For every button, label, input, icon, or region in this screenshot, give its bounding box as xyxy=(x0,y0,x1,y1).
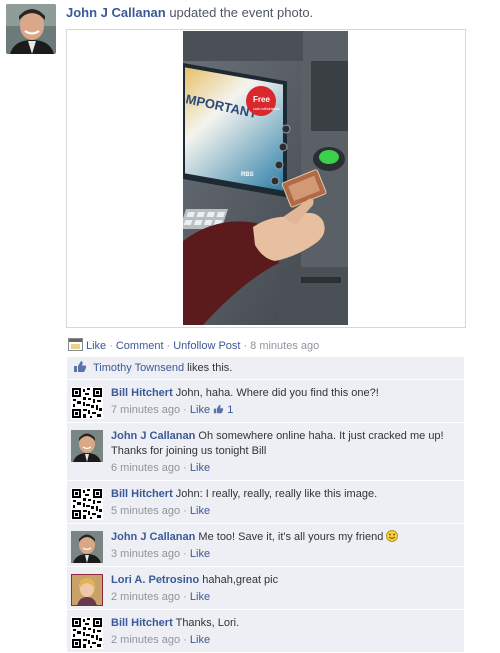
feedback-area: Timothy Townsend likes this. Bill Hitche… xyxy=(67,357,464,653)
commenter-name-link[interactable]: Bill Hitchert xyxy=(111,387,173,399)
commenter-avatar[interactable] xyxy=(71,430,103,462)
story-action-text: updated the event photo. xyxy=(169,5,314,20)
comment-text: John, haha. Where did you find this one?… xyxy=(175,387,379,399)
like-link[interactable]: Like xyxy=(86,340,106,352)
event-photo[interactable]: MPORTANT Free cash withdrawals RBS xyxy=(183,31,348,325)
comment-item: Bill Hitchert John, haha. Where did you … xyxy=(67,380,464,422)
comment-meta: 2 minutes ago · Like xyxy=(111,633,458,648)
commenter-name-link[interactable]: Bill Hitchert xyxy=(111,617,173,629)
comment-list: Bill Hitchert John, haha. Where did you … xyxy=(67,380,464,652)
news-feed-story: John J Callanan updated the event photo. xyxy=(0,0,500,652)
story-action-bar: Like · Comment · Unfollow Post · 8 minut… xyxy=(68,338,319,354)
smiley-emoticon-icon xyxy=(386,530,399,542)
separator-dot: · xyxy=(183,505,187,517)
event-icon xyxy=(68,338,83,354)
comment-link[interactable]: Comment xyxy=(116,340,164,352)
comment-meta: 7 minutes ago · Like 1 xyxy=(111,403,458,418)
commenter-name-link[interactable]: Bill Hitchert xyxy=(111,488,173,500)
comment-meta: 5 minutes ago · Like xyxy=(111,504,458,519)
event-photo-frame[interactable]: MPORTANT Free cash withdrawals RBS xyxy=(66,29,466,328)
comment-timestamp[interactable]: 7 minutes ago xyxy=(111,404,180,416)
qr-code-avatar xyxy=(71,488,103,520)
sticker-sub-text: cash withdrawals xyxy=(253,107,280,111)
separator-dot: · xyxy=(183,548,187,560)
sticker-free-text: Free xyxy=(253,95,270,104)
liker-name-link[interactable]: Timothy Townsend xyxy=(93,362,184,374)
profile-avatar[interactable] xyxy=(6,4,56,54)
comment-timestamp[interactable]: 2 minutes ago xyxy=(111,591,180,603)
comment-item: John J Callanan Oh somewhere online haha… xyxy=(67,423,464,480)
woman-avatar xyxy=(71,574,103,606)
comment-body: Bill Hitchert Thanks, Lori. 2 minutes ago… xyxy=(111,610,464,652)
commenter-avatar[interactable] xyxy=(71,574,103,606)
thumbs-up-icon xyxy=(73,360,87,376)
commenter-name-link[interactable]: John J Callanan xyxy=(111,531,195,543)
separator-dot: · xyxy=(183,404,187,416)
separator-dot: · xyxy=(109,340,113,352)
separator-dot: · xyxy=(166,340,171,352)
comment-like-link[interactable]: Like xyxy=(190,591,210,603)
likes-text: likes this. xyxy=(187,362,233,374)
comment-timestamp[interactable]: 3 minutes ago xyxy=(111,548,180,560)
comment-body: John J Callanan Oh somewhere online haha… xyxy=(111,423,464,480)
man-avatar xyxy=(71,531,103,563)
comment-item: Bill Hitchert Thanks, Lori. 2 minutes ago… xyxy=(67,610,464,652)
comment-item: Bill Hitchert John: I really, really, re… xyxy=(67,481,464,523)
commenter-avatar[interactable] xyxy=(71,387,103,419)
comment-like-link[interactable]: Like xyxy=(190,505,210,517)
qr-code-avatar xyxy=(71,387,103,419)
comment-like-link[interactable]: Like xyxy=(190,404,210,416)
comment-body: Bill Hitchert John, haha. Where did you … xyxy=(111,380,464,422)
comment-like-link[interactable]: Like xyxy=(190,634,210,646)
separator-dot: · xyxy=(243,340,248,352)
man-avatar xyxy=(71,430,103,462)
unfollow-post-link[interactable]: Unfollow Post xyxy=(173,340,240,352)
bank-logo-text: RBS xyxy=(241,172,254,178)
likes-sentence: Timothy Townsend likes this. xyxy=(67,357,464,379)
comment-like-link[interactable]: Like xyxy=(190,548,210,560)
comment-body: John J Callanan Me too! Save it, it's al… xyxy=(111,524,464,566)
comment-body: Lori A. Petrosino hahah,great pic 2 minut… xyxy=(111,567,464,609)
commenter-name-link[interactable]: John J Callanan xyxy=(111,430,195,442)
comment-timestamp[interactable]: 5 minutes ago xyxy=(111,505,180,517)
comment-text: hahah,great pic xyxy=(202,574,279,586)
comment-item: John J Callanan Me too! Save it, it's al… xyxy=(67,524,464,566)
separator-dot: · xyxy=(183,634,187,646)
commenter-avatar[interactable] xyxy=(71,488,103,520)
comment-text: Thanks, Lori. xyxy=(175,617,240,629)
comment-timestamp[interactable]: 6 minutes ago xyxy=(111,462,180,474)
comment-like-count-icon[interactable] xyxy=(213,404,224,416)
actor-name-link[interactable]: John J Callanan xyxy=(66,5,166,20)
qr-code-avatar xyxy=(71,617,103,649)
comment-meta: 3 minutes ago · Like xyxy=(111,547,458,562)
comment-text: Me too! Save it, it's all yours my frien… xyxy=(198,531,384,543)
story-header: John J Callanan updated the event photo. xyxy=(66,5,313,20)
commenter-name-link[interactable]: Lori A. Petrosino xyxy=(111,574,199,586)
comment-meta: 6 minutes ago · Like xyxy=(111,461,458,476)
comment-timestamp[interactable]: 2 minutes ago xyxy=(111,634,180,646)
comment-body: Bill Hitchert John: I really, really, re… xyxy=(111,481,464,523)
commenter-avatar[interactable] xyxy=(71,531,103,563)
commenter-avatar[interactable] xyxy=(71,617,103,649)
comment-text: John: I really, really, really like this… xyxy=(175,488,378,500)
comment-item: Lori A. Petrosino hahah,great pic 2 minut… xyxy=(67,567,464,609)
comment-like-link[interactable]: Like xyxy=(190,462,210,474)
comment-like-count[interactable]: 1 xyxy=(227,404,233,416)
separator-dot: · xyxy=(183,462,187,474)
separator-dot: · xyxy=(183,591,187,603)
comment-meta: 2 minutes ago · Like xyxy=(111,590,458,605)
story-timestamp[interactable]: 8 minutes ago xyxy=(250,340,319,352)
